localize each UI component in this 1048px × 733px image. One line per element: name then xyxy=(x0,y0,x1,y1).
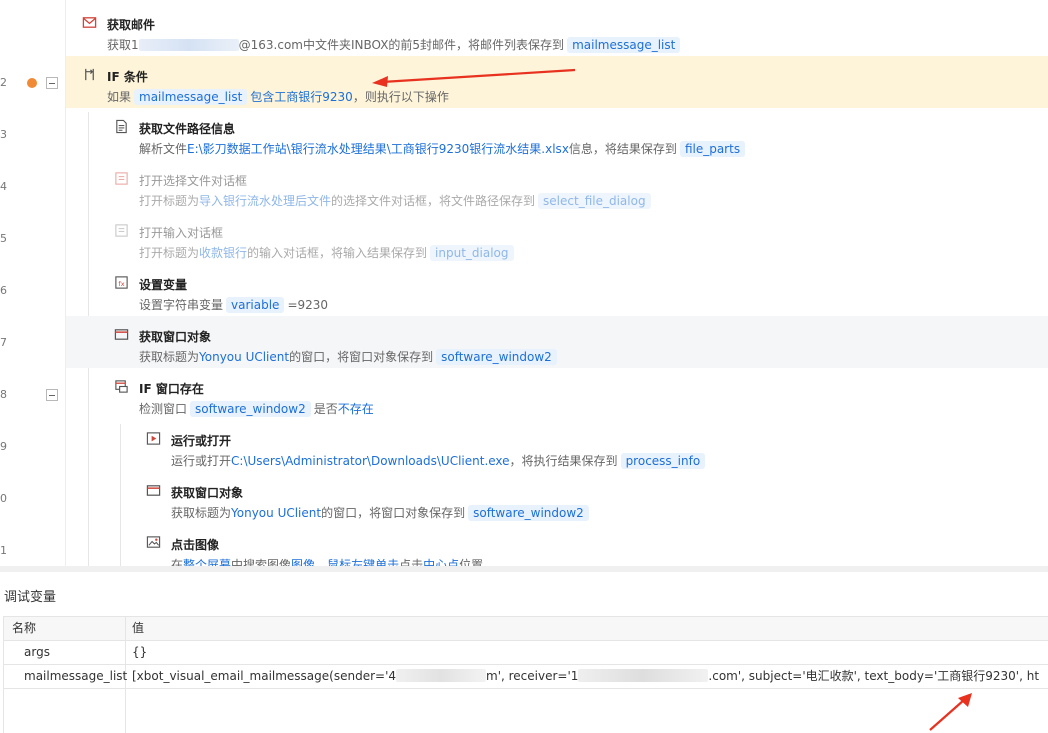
line-number: 2 xyxy=(0,76,7,89)
variable-tag[interactable]: mailmessage_list xyxy=(567,37,681,53)
file-dialog-icon xyxy=(115,172,128,185)
flow-editor: 2 3 4 5 6 7 8 9 0 1 获取邮件 获取1 @163.com中文件夹… xyxy=(0,0,1048,566)
step-desc: 打开标题为收款银行的输入对话框，将输入结果保存到 input_dialog xyxy=(139,244,517,261)
input-dialog-icon xyxy=(115,224,128,237)
svg-text:fx: fx xyxy=(118,280,124,288)
table-empty-area xyxy=(4,689,1048,733)
variables-table: 名称 值 args {} mailmessage_list [xbot_visu… xyxy=(3,616,1048,733)
annotation-arrow xyxy=(929,693,972,731)
redacted-text xyxy=(396,669,487,682)
step-desc: 解析文件E:\影刀数据工作站\银行流水处理结果\工商银行9230银行流水结果.x… xyxy=(139,140,748,157)
mail-icon xyxy=(82,17,97,28)
line-number: 9 xyxy=(0,440,7,453)
line-number: 1 xyxy=(0,544,7,557)
column-header-value: 值 xyxy=(132,621,145,635)
image-click-icon xyxy=(146,536,161,548)
step-get-window-object-2[interactable]: 获取窗口对象 获取标题为Yonyou UClient的窗口，将窗口对象保存到 so… xyxy=(66,472,1048,524)
step-open-input-dialog[interactable]: 打开输入对话框 打开标题为收款银行的输入对话框，将输入结果保存到 input_di… xyxy=(66,212,1048,264)
line-number: 6 xyxy=(0,284,7,297)
step-title: 获取文件路径信息 xyxy=(139,122,236,136)
window-check-icon xyxy=(115,380,128,393)
step-title: 点击图像 xyxy=(171,538,220,552)
collapse-toggle-if-window[interactable] xyxy=(46,389,58,401)
variable-tag[interactable]: file_parts xyxy=(679,141,746,157)
step-get-file-path-info[interactable]: 获取文件路径信息 解析文件E:\影刀数据工作站\银行流水处理结果\工商银行923… xyxy=(66,108,1048,160)
var-value: {} xyxy=(132,645,148,659)
step-run-or-open[interactable]: 运行或打开 运行或打开C:\Users\Administrator\Downlo… xyxy=(66,420,1048,472)
collapse-toggle-if-condition[interactable] xyxy=(46,77,58,89)
window-icon xyxy=(146,485,161,496)
step-desc: 设置字符串变量 variable =9230 xyxy=(139,297,329,313)
annotation-arrow xyxy=(372,68,576,87)
table-header: 名称 值 xyxy=(4,617,1048,641)
table-row[interactable]: mailmessage_list [xbot_visual_email_mail… xyxy=(4,665,1048,689)
table-row[interactable]: args {} xyxy=(4,641,1048,665)
variable-tag[interactable]: process_info xyxy=(620,453,706,469)
step-desc: 打开标题为导入银行流水处理后文件的选择文件对话框，将文件路径保存到 select_… xyxy=(139,192,654,209)
step-title: 打开输入对话框 xyxy=(139,226,224,240)
breakpoint-dot[interactable] xyxy=(27,78,37,88)
redacted-text xyxy=(578,669,709,682)
step-title: IF 条件 xyxy=(107,70,148,84)
redacted-text xyxy=(138,39,239,51)
step-desc: 获取标题为Yonyou UClient的窗口，将窗口对象保存到 software_… xyxy=(171,504,592,521)
debug-variables-panel: 调试变量 名称 值 args {} mailmessage_list [xbot… xyxy=(0,566,1048,733)
step-get-window-object[interactable]: 获取窗口对象 获取标题为Yonyou UClient的窗口，将窗口对象保存到 so… xyxy=(66,316,1048,368)
line-gutter: 2 3 4 5 6 7 8 9 0 1 xyxy=(0,0,66,566)
step-desc: 如果 mailmessage_list 包含工商银行9230，则执行以下操作 xyxy=(107,89,449,105)
step-if-window-exists[interactable]: IF 窗口存在 检测窗口 software_window2 是否不存在 xyxy=(66,368,1048,420)
variable-icon: fx xyxy=(115,276,128,289)
line-number: 4 xyxy=(0,180,7,193)
var-name: mailmessage_list xyxy=(4,665,127,688)
window-icon xyxy=(114,329,129,340)
step-set-variable[interactable]: fx 设置变量 设置字符串变量 variable =9230 xyxy=(66,264,1048,316)
step-title: IF 窗口存在 xyxy=(139,382,204,396)
variable-tag[interactable]: variable xyxy=(226,297,285,313)
line-number: 0 xyxy=(0,492,7,505)
variable-tag[interactable]: mailmessage_list xyxy=(134,89,248,105)
line-number: 5 xyxy=(0,232,7,245)
step-click-image[interactable]: 点击图像 在整个屏幕中搜索图像图像，鼠标左键单击点击中心点位置 xyxy=(66,524,1048,566)
variable-tag[interactable]: select_file_dialog xyxy=(538,193,651,209)
variable-tag[interactable]: software_window2 xyxy=(436,349,557,365)
step-title: 获取邮件 xyxy=(107,18,156,32)
step-desc: 获取标题为Yonyou UClient的窗口，将窗口对象保存到 software_… xyxy=(139,348,560,365)
line-number: 8 xyxy=(0,388,7,401)
step-open-file-dialog[interactable]: 打开选择文件对话框 打开标题为导入银行流水处理后文件的选择文件对话框，将文件路径… xyxy=(66,160,1048,212)
file-info-icon xyxy=(116,119,127,134)
variable-tag[interactable]: software_window2 xyxy=(190,401,311,417)
var-name: args xyxy=(4,641,126,664)
step-title: 打开选择文件对话框 xyxy=(139,174,248,188)
variable-tag[interactable]: software_window2 xyxy=(468,505,589,521)
panel-title: 调试变量 xyxy=(4,590,57,605)
step-desc: 检测窗口 software_window2 是否不存在 xyxy=(139,401,374,417)
variable-tag[interactable]: input_dialog xyxy=(430,245,514,261)
column-header-name: 名称 xyxy=(4,617,126,640)
step-desc: 运行或打开C:\Users\Administrator\Downloads\UC… xyxy=(171,452,708,469)
branch-icon xyxy=(85,68,94,81)
step-desc: 获取1 @163.com中文件夹INBOX的前5封邮件，将邮件列表保存到 mailm… xyxy=(107,36,683,53)
step-get-email[interactable]: 获取邮件 获取1 @163.com中文件夹INBOX的前5封邮件，将邮件列表保存到… xyxy=(66,4,1048,56)
step-desc: 在整个屏幕中搜索图像图像，鼠标左键单击点击中心点位置 xyxy=(171,558,484,566)
run-icon xyxy=(146,432,161,445)
line-number: 3 xyxy=(0,128,7,141)
step-title: 获取窗口对象 xyxy=(139,330,212,344)
step-title: 运行或打开 xyxy=(171,434,232,448)
var-value: [xbot_visual_email_mailmessage(sender='4… xyxy=(132,669,1040,683)
line-number: 7 xyxy=(0,336,7,349)
step-title: 设置变量 xyxy=(139,278,188,292)
step-title: 获取窗口对象 xyxy=(171,486,244,500)
